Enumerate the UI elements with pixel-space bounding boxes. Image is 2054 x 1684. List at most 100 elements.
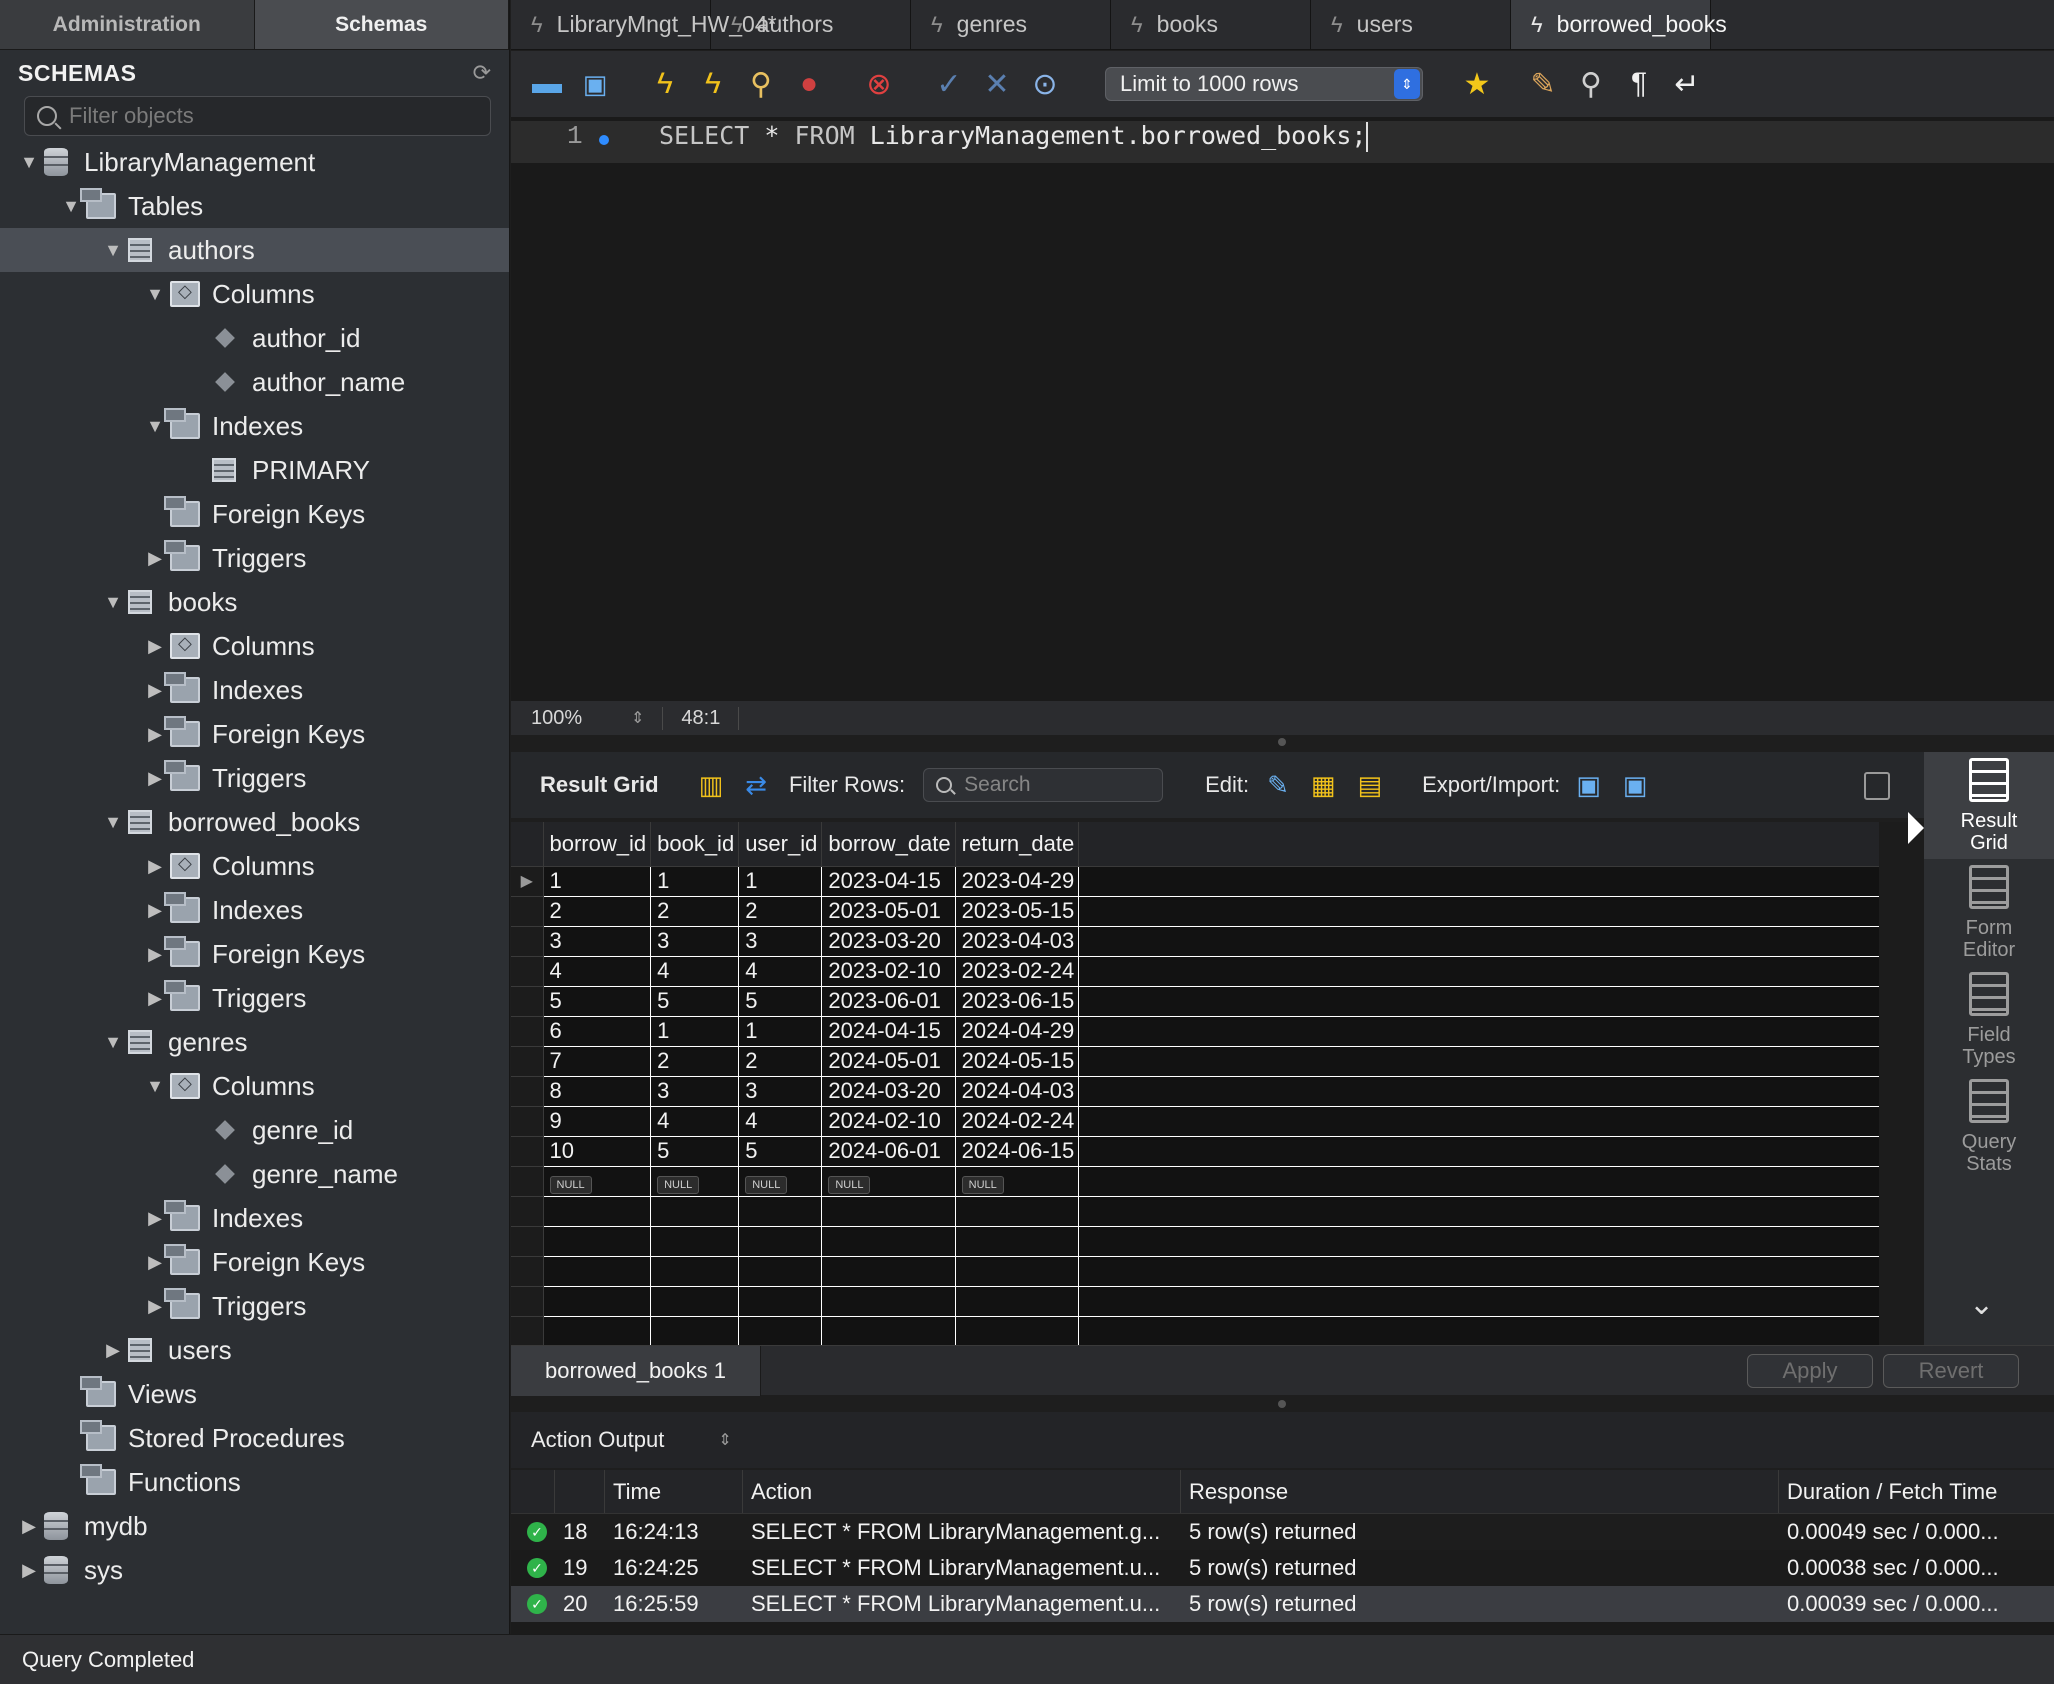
- row-marker[interactable]: [511, 1076, 544, 1107]
- output-row[interactable]: ✓ 20 16:25:59 SELECT * FROM LibraryManageme…: [511, 1586, 2054, 1622]
- tree-item[interactable]: ▼ LibraryManagement: [0, 140, 509, 184]
- table-row[interactable]: 4 4 4 2023-02-10 2023-02-24: [511, 956, 1879, 987]
- disclosure-right-icon[interactable]: ▶: [144, 724, 166, 745]
- disclosure-right-icon[interactable]: ▶: [144, 988, 166, 1009]
- query-tab[interactable]: ϟ LibraryMngt_HW_04*: [511, 0, 777, 49]
- field-types-view[interactable]: Field Types: [1924, 966, 2054, 1073]
- tree-item[interactable]: ▶genre_name: [0, 1152, 509, 1196]
- current-row-arrow-icon[interactable]: ▶: [511, 866, 544, 897]
- chevron-updown-icon[interactable]: ⇕: [718, 1430, 731, 1450]
- save-icon[interactable]: ▣: [577, 66, 613, 102]
- tree-item[interactable]: ▶ Triggers: [0, 976, 509, 1020]
- execute-icon[interactable]: ϟ: [647, 66, 683, 102]
- disclosure-down-icon[interactable]: ▼: [102, 812, 124, 833]
- row-marker[interactable]: [511, 1106, 544, 1137]
- tree-item[interactable]: ▶ users: [0, 1328, 509, 1372]
- table-cell[interactable]: 1: [543, 866, 652, 897]
- table-row[interactable]: 5 5 5 2023-06-01 2023-06-15: [511, 986, 1879, 1017]
- zoom-level[interactable]: 100%: [531, 707, 631, 730]
- tree-item[interactable]: ▶ mydb: [0, 1504, 509, 1548]
- tree-item[interactable]: ▶ Columns: [0, 844, 509, 888]
- tree-item[interactable]: ▶Functions: [0, 1460, 509, 1504]
- result-grid-view[interactable]: Result Grid: [1924, 752, 2054, 859]
- query-tab[interactable]: ϟ borrowed_books: [1511, 0, 1727, 49]
- table-cell[interactable]: NULL: [821, 1166, 956, 1197]
- row-marker[interactable]: [511, 926, 544, 957]
- result-grid[interactable]: borrow_id book_id user_id borrow_date return…: [511, 822, 1924, 1345]
- new-row[interactable]: NULL NULL NULL NULL NULL: [511, 1166, 1879, 1197]
- delete-row-icon[interactable]: ▤: [1357, 770, 1382, 801]
- disclosure-down-icon[interactable]: ▼: [18, 152, 40, 173]
- tree-item[interactable]: ▼ Columns: [0, 272, 509, 316]
- tree-item[interactable]: ▼ Columns: [0, 1064, 509, 1108]
- edit-row-icon[interactable]: ✎: [1267, 770, 1289, 801]
- query-tab[interactable]: ϟ users: [1311, 0, 1511, 49]
- refresh-results-icon[interactable]: ⇄: [745, 770, 767, 801]
- table-cell[interactable]: 2024-02-24: [955, 1106, 1080, 1137]
- open-file-icon[interactable]: ▬: [529, 66, 565, 102]
- row-marker[interactable]: [511, 1136, 544, 1167]
- rollback-icon[interactable]: ✕: [979, 66, 1015, 102]
- table-cell[interactable]: 3: [738, 1076, 823, 1107]
- output-column-header[interactable]: Response: [1181, 1470, 1779, 1513]
- tree-item[interactable]: ▼ genres: [0, 1020, 509, 1064]
- tree-item[interactable]: ▶ Columns: [0, 624, 509, 668]
- table-cell[interactable]: 2: [738, 896, 823, 927]
- output-column-header[interactable]: [555, 1470, 605, 1513]
- table-cell[interactable]: 2024-02-10: [821, 1106, 956, 1137]
- tab-schemas[interactable]: Schemas: [254, 0, 509, 49]
- table-cell[interactable]: 2024-04-29: [955, 1016, 1080, 1047]
- tree-item[interactable]: ▶Foreign Keys: [0, 492, 509, 536]
- table-cell[interactable]: 2023-02-24: [955, 956, 1080, 987]
- table-cell[interactable]: 2: [543, 896, 652, 927]
- table-cell[interactable]: 2023-04-03: [955, 926, 1080, 957]
- column-header[interactable]: book_id: [650, 822, 740, 867]
- tree-item[interactable]: ▶ Triggers: [0, 1284, 509, 1328]
- tree-item[interactable]: ▶author_id: [0, 316, 509, 360]
- table-cell[interactable]: 2024-06-01: [821, 1136, 956, 1167]
- action-output-select[interactable]: Action Output: [531, 1427, 664, 1453]
- disclosure-right-icon[interactable]: ▶: [144, 856, 166, 877]
- tree-item[interactable]: ▶ sys: [0, 1548, 509, 1592]
- output-column-header[interactable]: Duration / Fetch Time: [1779, 1470, 2054, 1513]
- table-row[interactable]: 10 5 5 2024-06-01 2024-06-15: [511, 1136, 1879, 1167]
- tab-borrowed-books-1[interactable]: borrowed_books 1: [511, 1345, 762, 1396]
- disclosure-right-icon[interactable]: ▶: [144, 900, 166, 921]
- beautify-icon[interactable]: ✎: [1525, 66, 1561, 102]
- chevron-down-icon[interactable]: ⌄: [1969, 1287, 1994, 1322]
- tree-item[interactable]: ▶PRIMARY: [0, 448, 509, 492]
- filter-rows-search[interactable]: [923, 768, 1164, 802]
- disclosure-right-icon[interactable]: ▶: [144, 1208, 166, 1229]
- tree-item[interactable]: ▶genre_id: [0, 1108, 509, 1152]
- row-marker[interactable]: [511, 956, 544, 987]
- execute-current-icon[interactable]: ϟ: [695, 66, 731, 102]
- table-cell[interactable]: 2023-04-29: [955, 866, 1080, 897]
- disclosure-right-icon[interactable]: ▶: [144, 768, 166, 789]
- table-cell[interactable]: 2023-02-10: [821, 956, 956, 987]
- query-tab[interactable]: ϟ books: [1111, 0, 1311, 49]
- table-row[interactable]: 9 4 4 2024-02-10 2024-02-24: [511, 1106, 1879, 1137]
- output-column-header[interactable]: [511, 1470, 555, 1513]
- export-icon[interactable]: ▣: [1576, 770, 1601, 801]
- row-marker[interactable]: [511, 986, 544, 1017]
- table-cell[interactable]: 3: [650, 1076, 740, 1107]
- column-header[interactable]: return_date: [955, 822, 1080, 867]
- tree-item[interactable]: ▼ Tables: [0, 184, 509, 228]
- refresh-icon[interactable]: ⟳: [473, 60, 491, 86]
- filter-objects-box[interactable]: [24, 96, 491, 136]
- table-cell[interactable]: 2024-04-15: [821, 1016, 956, 1047]
- table-cell[interactable]: 5: [650, 1136, 740, 1167]
- tree-item[interactable]: ▶ Triggers: [0, 536, 509, 580]
- output-column-header[interactable]: Action: [743, 1470, 1181, 1513]
- sql-editor[interactable]: 1 SELECT * FROM LibraryManagement.borrow…: [511, 117, 2054, 701]
- import-icon[interactable]: ▣: [1623, 770, 1648, 801]
- table-cell[interactable]: 1: [650, 1016, 740, 1047]
- disclosure-right-icon[interactable]: ▶: [18, 1516, 40, 1537]
- table-row[interactable]: 2 2 2 2023-05-01 2023-05-15: [511, 896, 1879, 927]
- column-header[interactable]: borrow_date: [821, 822, 956, 867]
- table-cell[interactable]: 7: [543, 1046, 652, 1077]
- tree-item[interactable]: ▶author_name: [0, 360, 509, 404]
- table-cell[interactable]: NULL: [543, 1166, 652, 1197]
- column-header[interactable]: user_id: [738, 822, 823, 867]
- table-cell[interactable]: 1: [650, 866, 740, 897]
